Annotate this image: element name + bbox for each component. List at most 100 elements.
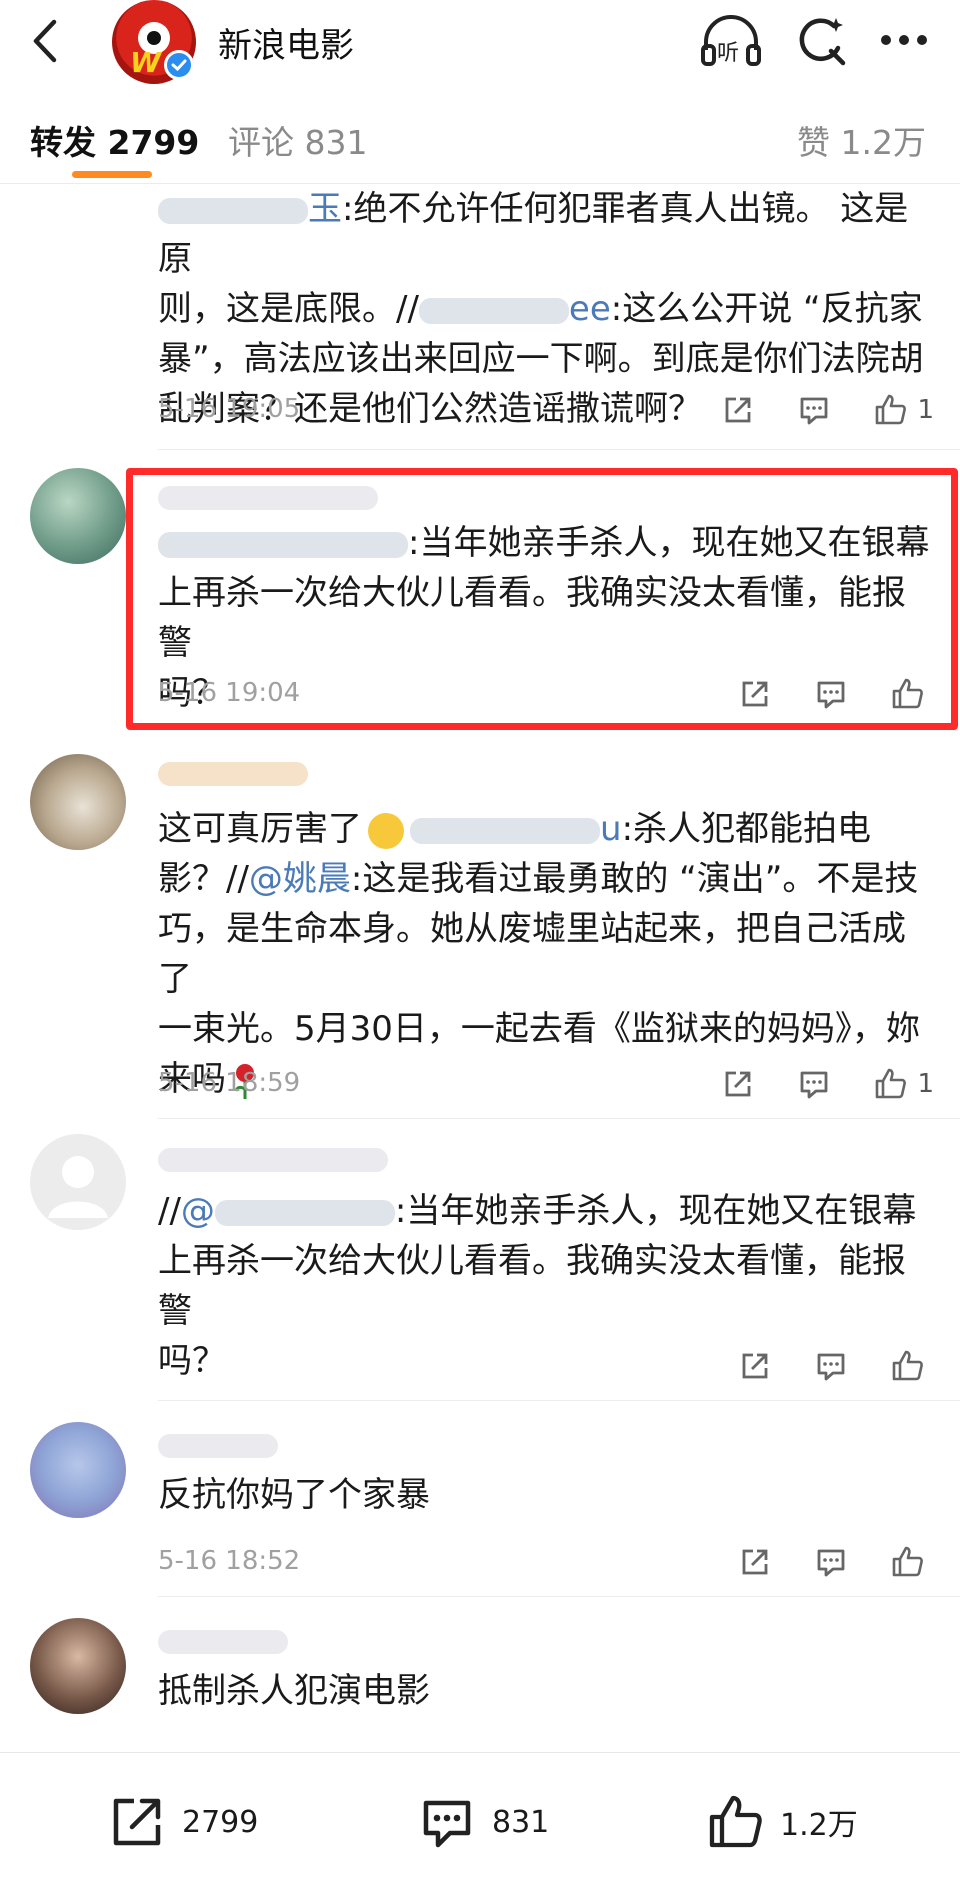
listen-button[interactable]: 听: [700, 14, 761, 70]
username-blurred[interactable]: [158, 1148, 388, 1172]
comment-button[interactable]: [814, 677, 848, 711]
comment-button[interactable]: [814, 1349, 848, 1383]
like-button[interactable]: 1: [873, 1067, 934, 1101]
comment-line-text: :这么公开说 “反抗家: [610, 289, 923, 329]
comment-button[interactable]: [797, 393, 831, 427]
like-count: 1: [917, 1069, 934, 1099]
comment-bubble-icon: [801, 397, 828, 425]
comment-time: 5-16 18:59: [158, 1068, 301, 1098]
comment-line-text: 这可真厉害了: [158, 809, 362, 849]
comment-line: :当年她亲手杀人，现在她又在银幕: [158, 518, 936, 568]
default-avatar-icon: [48, 1156, 108, 1218]
repost-button[interactable]: [738, 1349, 772, 1383]
like-button[interactable]: 1: [873, 393, 934, 427]
avatar[interactable]: [30, 1618, 126, 1714]
tab-like-label: 赞: [797, 123, 831, 162]
username-blurred[interactable]: [158, 486, 378, 510]
mention-link[interactable]: u: [600, 809, 622, 849]
comment-text: 抵制杀人犯演电影: [158, 1666, 936, 1716]
share-icon: [742, 681, 768, 707]
comment-line: 反抗你妈了个家暴: [158, 1475, 430, 1515]
comment-actions: [738, 1542, 934, 1582]
comment-line-text: :这是我看过最勇敢的 “演出”。不是技: [350, 859, 919, 899]
comment-time: 5-16 19:04: [158, 678, 301, 708]
blurred-username: [158, 197, 308, 224]
share-icon: [742, 1549, 768, 1575]
search-button[interactable]: [794, 14, 850, 70]
more-button[interactable]: [876, 14, 932, 70]
like-button[interactable]: [890, 1349, 934, 1383]
avatar[interactable]: [30, 468, 126, 564]
thumbs-up-icon: [892, 678, 923, 709]
comment-line: 暴”，高法应该出来回应一下啊。到底是你们法院胡: [158, 339, 924, 379]
back-arrow-icon: [33, 19, 57, 63]
thumbs-up-icon: [709, 1795, 762, 1848]
avatar[interactable]: [30, 1134, 126, 1230]
tab-repost[interactable]: 转发 2799: [30, 116, 199, 164]
mention-link[interactable]: @: [181, 1191, 215, 1231]
comment-text: 这可真厉害了 u:杀人犯都能拍电 影？//@姚晨:这是我看过最勇敢的 “演出”。不…: [158, 804, 936, 1104]
comment-line: 巧，是生命本身。她从废墟里站起来，把自己活成了: [158, 909, 906, 999]
bottom-like-count: 1.2万: [780, 1808, 858, 1843]
comment-bubble-icon: [801, 1071, 828, 1099]
comment-button[interactable]: [797, 1067, 831, 1101]
like-button[interactable]: [890, 1545, 934, 1579]
comment-actions: [738, 674, 934, 714]
blurred-username: [410, 817, 600, 844]
repost-button[interactable]: [721, 393, 755, 427]
bottom-like-button[interactable]: 1.2万: [706, 1793, 858, 1851]
bottom-action-bar: 2799 831 1.2万: [0, 1752, 960, 1887]
comment-line: 影？//@姚晨:这是我看过最勇敢的 “演出”。不是技: [158, 854, 936, 904]
comment-bubble-icon: [817, 1549, 845, 1577]
comment-line: 一束光。5月30日，一起去看《监狱来的妈妈》，妳: [158, 1009, 920, 1049]
tab-repost-label: 转发: [30, 123, 96, 162]
repost-button[interactable]: [738, 677, 772, 711]
verified-badge-icon: [164, 50, 194, 80]
brand-logo-mark: W: [130, 46, 161, 79]
thumbs-up-icon: [876, 1068, 907, 1099]
tab-comment[interactable]: 评论 831: [228, 116, 368, 164]
emoji-icon: [368, 812, 404, 849]
comment-button[interactable]: [814, 1545, 848, 1579]
comment-line-text: :当年她亲手杀人，现在她又在银幕: [408, 523, 930, 563]
thumbs-up-icon: [876, 394, 907, 425]
comment-time: 5-16 18:52: [158, 1546, 301, 1576]
thumbs-up-icon: [892, 1350, 923, 1381]
comment-line: 抵制杀人犯演电影: [158, 1671, 430, 1711]
avatar[interactable]: [30, 1422, 126, 1518]
comment-line: 上再杀一次给大伙儿看看。我确实没太看懂，能报警: [158, 1241, 906, 1331]
divider: [158, 1400, 960, 1401]
comment-line-text: :杀人犯都能拍电: [621, 809, 872, 849]
username-blurred[interactable]: [158, 1434, 278, 1458]
comment-line: 玉:绝不允许任何犯罪者真人出镜。 这是原: [158, 184, 936, 284]
bottom-comment-count: 831: [492, 1804, 550, 1840]
divider: [158, 1118, 960, 1119]
bottom-repost-button[interactable]: 2799: [108, 1793, 258, 1851]
comment-line-text: //: [158, 1191, 181, 1231]
like-count: 1: [917, 395, 934, 425]
comment-actions: [738, 1346, 934, 1386]
repost-button[interactable]: [738, 1545, 772, 1579]
divider: [158, 1596, 960, 1597]
avatar[interactable]: [30, 754, 126, 850]
mention-link[interactable]: 玉: [308, 189, 342, 229]
username-blurred[interactable]: [158, 762, 308, 786]
comment-line: //@:当年她亲手杀人，现在她又在银幕: [158, 1186, 936, 1236]
comment-bubble-icon: [423, 1800, 471, 1848]
account-name[interactable]: 新浪电影: [218, 18, 354, 67]
mention-link[interactable]: ee: [569, 289, 611, 329]
back-button[interactable]: [22, 16, 72, 66]
tab-like-count: 1.2万: [840, 123, 926, 162]
tab-like[interactable]: 赞 1.2万: [797, 116, 926, 164]
repost-button[interactable]: [721, 1067, 755, 1101]
comment-text: 反抗你妈了个家暴: [158, 1470, 936, 1520]
listen-label: 听: [717, 41, 739, 66]
divider: [158, 449, 960, 450]
bottom-repost-count: 2799: [182, 1804, 259, 1840]
bottom-comment-button[interactable]: 831: [418, 1793, 549, 1851]
like-button[interactable]: [890, 677, 934, 711]
comment-line: 上再杀一次给大伙儿看看。我确实没太看懂，能报警: [158, 573, 906, 663]
tab-bar: 转发 2799 评论 831 赞 1.2万: [0, 108, 960, 184]
username-blurred[interactable]: [158, 1630, 288, 1654]
mention-link[interactable]: @姚晨: [249, 859, 351, 899]
